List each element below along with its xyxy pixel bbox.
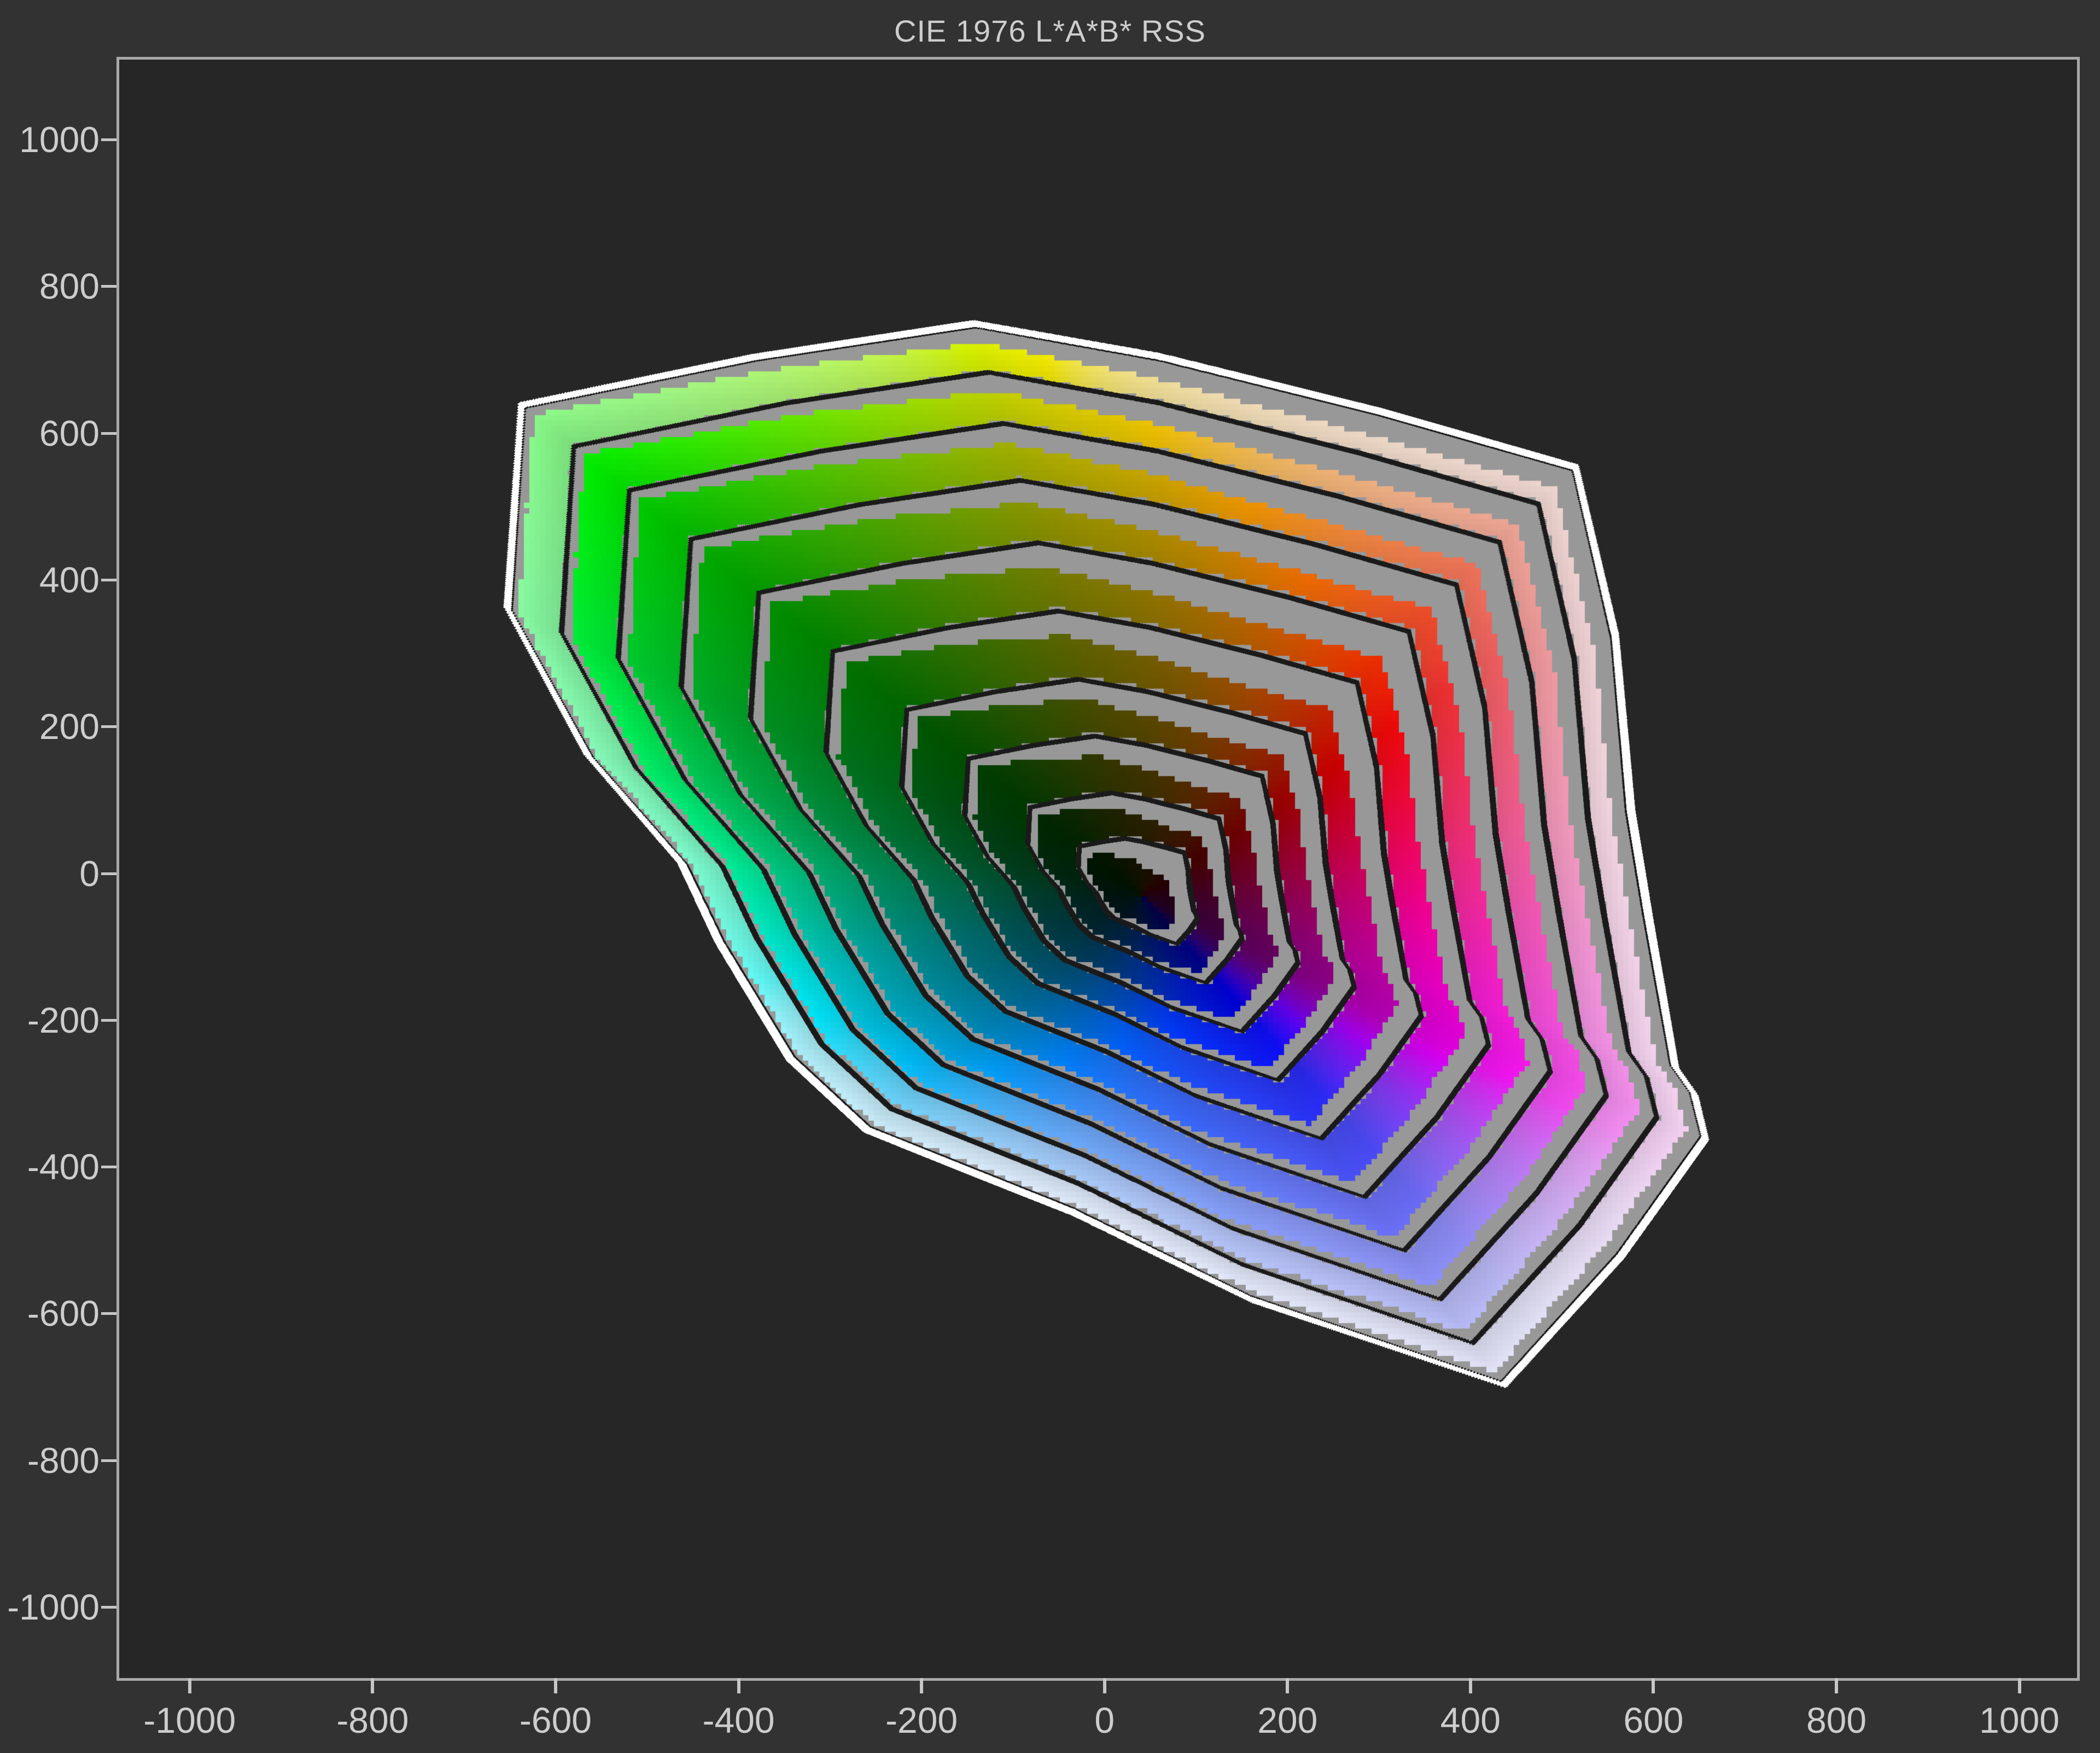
y-tick-label: -600: [27, 1293, 100, 1334]
x-tick-label: 0: [1094, 1700, 1115, 1740]
y-tick: [101, 1312, 116, 1315]
y-tick: [101, 872, 116, 875]
y-tick: [101, 285, 116, 288]
x-tick: [371, 1678, 375, 1693]
x-tick-label: -800: [336, 1700, 409, 1740]
x-tick: [2017, 1678, 2021, 1693]
x-tick-label: -600: [519, 1700, 592, 1740]
y-tick-label: -800: [27, 1440, 100, 1481]
chart-title: CIE 1976 L*A*B* RSS: [894, 14, 1206, 48]
y-tick-label: 600: [39, 412, 100, 453]
x-tick: [920, 1678, 924, 1693]
y-tick-label: 1000: [19, 119, 100, 160]
x-tick: [1286, 1678, 1290, 1693]
y-tick-label: 0: [79, 853, 100, 894]
x-tick-label: 200: [1257, 1700, 1318, 1740]
x-tick: [553, 1678, 557, 1693]
y-tick: [101, 1166, 116, 1169]
x-tick-label: -400: [702, 1700, 775, 1740]
plot-area: [116, 57, 2080, 1681]
y-tick: [101, 725, 116, 729]
y-tick-label: -1000: [7, 1586, 100, 1627]
x-tick-label: 600: [1623, 1700, 1684, 1740]
x-tick-label: -1000: [143, 1700, 236, 1740]
x-tick: [188, 1678, 191, 1693]
x-tick: [1102, 1678, 1106, 1693]
x-tick-label: 800: [1806, 1700, 1867, 1740]
x-tick: [1835, 1678, 1839, 1693]
y-tick: [101, 1605, 116, 1609]
y-tick-label: 800: [39, 266, 100, 307]
x-tick: [737, 1678, 740, 1693]
y-tick: [101, 138, 116, 142]
x-tick: [1468, 1678, 1472, 1693]
gamut-rings-canvas: [119, 60, 2077, 1678]
y-tick: [101, 432, 116, 435]
y-tick: [101, 579, 116, 581]
y-tick-label: -200: [27, 999, 100, 1040]
y-tick: [101, 1018, 116, 1022]
y-tick-label: 400: [39, 560, 100, 600]
x-tick-label: -200: [885, 1700, 958, 1740]
x-tick: [1652, 1678, 1655, 1693]
figure: CIE 1976 L*A*B* RSS -1000 -800 -600 -400 -20…: [0, 0, 2100, 1753]
y-tick-label: -400: [27, 1146, 100, 1187]
x-tick-label: 400: [1440, 1700, 1501, 1740]
x-tick-label: 1000: [1979, 1700, 2060, 1740]
y-tick-label: 200: [39, 706, 100, 747]
y-tick: [101, 1459, 116, 1462]
